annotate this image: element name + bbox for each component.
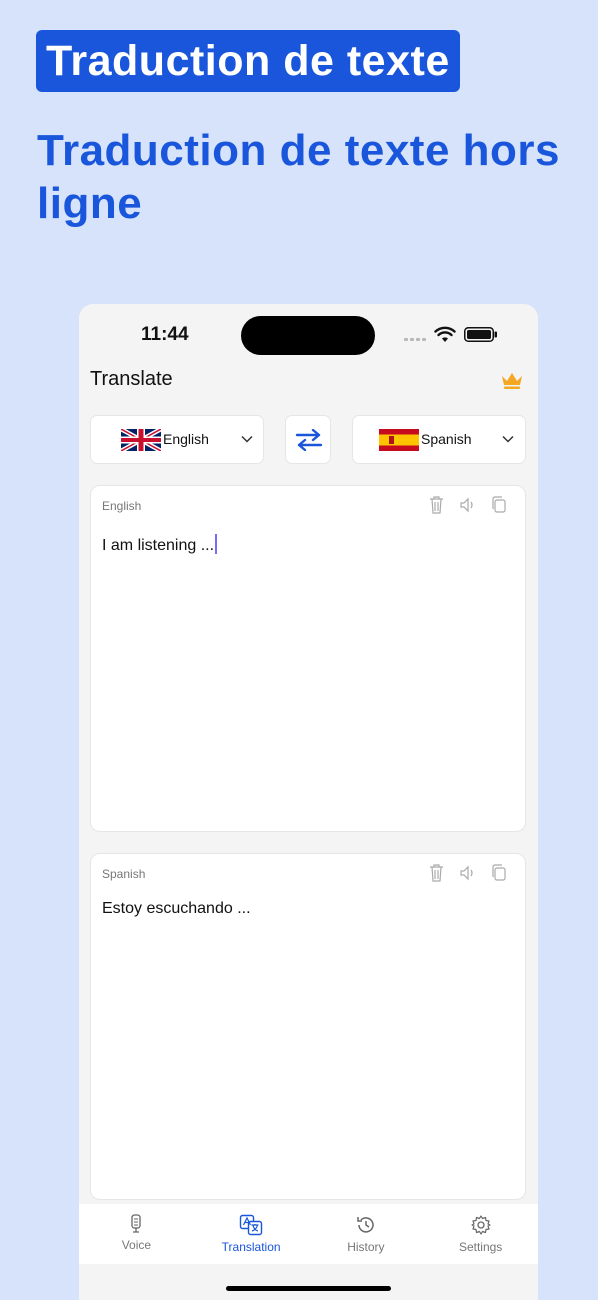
- home-indicator[interactable]: [226, 1286, 391, 1291]
- swap-icon: [295, 429, 323, 451]
- tab-label: Voice: [121, 1238, 152, 1252]
- history-icon: [357, 1217, 374, 1233]
- gear-icon: [471, 1215, 491, 1235]
- text-caret: [215, 534, 217, 554]
- promo-badge: Traduction de texte: [36, 30, 460, 92]
- translated-text: Estoy escuchando ...: [102, 900, 251, 917]
- copy-icon[interactable]: [490, 863, 507, 883]
- copy-icon[interactable]: [490, 495, 507, 515]
- phone-screen: 11:44 Translate English Spanish English …: [79, 304, 538, 1300]
- tab-label: Translation: [221, 1240, 281, 1254]
- microphone-icon: [131, 1214, 142, 1233]
- target-language-select[interactable]: Spanish: [352, 415, 526, 464]
- swap-languages-button[interactable]: [285, 415, 331, 464]
- promo-subtitle: Traduction de texte hors ligne: [37, 126, 560, 228]
- source-text-card[interactable]: English I am listening ...: [90, 485, 526, 832]
- trash-icon[interactable]: [428, 495, 445, 515]
- tab-label: History: [347, 1240, 385, 1254]
- status-time: 11:44: [141, 324, 189, 345]
- tab-label: Settings: [458, 1240, 503, 1254]
- uk-flag-icon: [121, 429, 161, 451]
- chevron-down-icon: [241, 435, 253, 443]
- source-language-name: English: [163, 431, 209, 447]
- target-language-name: Spanish: [421, 431, 472, 447]
- speaker-icon[interactable]: [459, 863, 476, 883]
- page-title: Translate: [90, 368, 173, 390]
- trash-icon[interactable]: [428, 863, 445, 883]
- tab-voice[interactable]: Voice: [79, 1204, 194, 1264]
- target-text-card: Spanish Estoy escuchando ...: [90, 853, 526, 1200]
- source-text-input[interactable]: I am listening ...: [102, 534, 217, 555]
- battery-icon: [464, 327, 497, 342]
- speaker-icon[interactable]: [459, 495, 476, 515]
- source-card-label: English: [102, 499, 142, 513]
- tab-translation[interactable]: Translation: [194, 1204, 309, 1264]
- spain-flag-icon: [379, 429, 419, 451]
- target-card-label: Spanish: [102, 867, 146, 881]
- wifi-icon: [434, 326, 456, 342]
- signal-icon: [404, 338, 426, 341]
- chevron-down-icon: [502, 435, 514, 443]
- crown-icon[interactable]: [500, 370, 524, 390]
- tab-settings[interactable]: Settings: [423, 1204, 538, 1264]
- translate-icon: [239, 1214, 263, 1236]
- source-language-select[interactable]: English: [90, 415, 264, 464]
- source-text-value: I am listening ...: [102, 537, 215, 554]
- dynamic-island: [241, 316, 375, 355]
- tab-bar: Voice Translation History Settings: [79, 1204, 538, 1264]
- tab-history[interactable]: History: [309, 1204, 424, 1264]
